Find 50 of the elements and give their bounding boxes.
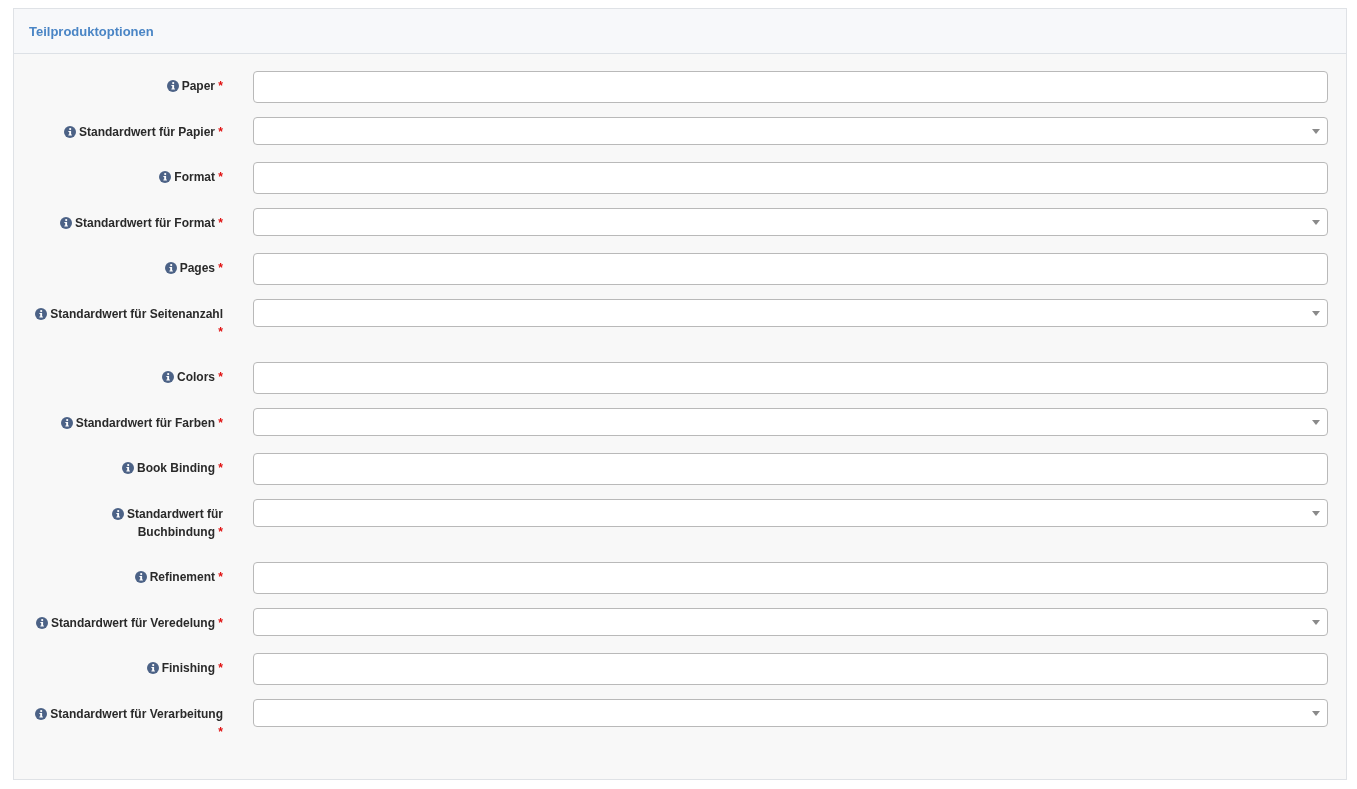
text-field[interactable] [253,71,1328,103]
info-icon[interactable] [35,308,48,320]
caret-down-icon [1312,619,1320,625]
text-field[interactable] [253,362,1328,394]
info-icon[interactable] [59,217,72,229]
field-label: Standardwert für Veredelung * [50,616,223,630]
info-icon[interactable] [35,617,48,629]
field-label: Standardwert für Verarbeitung * [50,707,223,739]
info-icon[interactable] [159,171,172,183]
info-icon[interactable] [146,662,159,674]
info-icon[interactable] [161,371,174,383]
info-icon[interactable] [122,462,134,474]
field-label: Paper * [181,79,223,93]
caret-down-icon [1312,419,1320,425]
caret-down-icon [1312,710,1320,716]
field-label: Finishing * [161,661,223,675]
text-field[interactable] [253,653,1328,685]
field-label: Book Binding * [137,461,223,475]
select-field[interactable] [253,117,1328,145]
info-icon[interactable] [166,80,179,92]
text-field[interactable] [253,162,1328,194]
select-field[interactable] [253,699,1328,727]
field-label: Standardwert für Format * [74,216,223,230]
info-icon[interactable] [35,708,48,720]
field-label: Format * [174,170,223,184]
info-icon[interactable] [134,571,147,583]
select-field[interactable] [253,299,1328,327]
caret-down-icon [1312,128,1320,134]
select-field[interactable] [253,408,1328,436]
info-icon[interactable] [112,508,124,520]
select-field[interactable] [253,208,1328,236]
info-icon[interactable] [164,262,177,274]
info-icon[interactable] [63,126,76,138]
caret-down-icon [1312,510,1320,516]
select-field[interactable] [253,499,1328,527]
text-field[interactable] [253,253,1328,285]
field-label: Standardwert für Buchbindung * [127,507,223,539]
field-label: Standardwert für Farben * [75,416,223,430]
field-label: Standardwert für Papier * [78,125,223,139]
field-label: Colors * [176,370,223,384]
text-field[interactable] [253,453,1328,485]
caret-down-icon [1312,310,1320,316]
field-label: Refinement * [149,570,223,584]
panel-title: Teilproduktoptionen [29,23,154,39]
field-label: Standardwert für Seitenanzahl * [50,307,223,339]
text-field[interactable] [253,562,1328,594]
caret-down-icon [1312,219,1320,225]
field-label: Pages * [179,261,223,275]
info-icon[interactable] [60,417,73,429]
select-field[interactable] [253,608,1328,636]
